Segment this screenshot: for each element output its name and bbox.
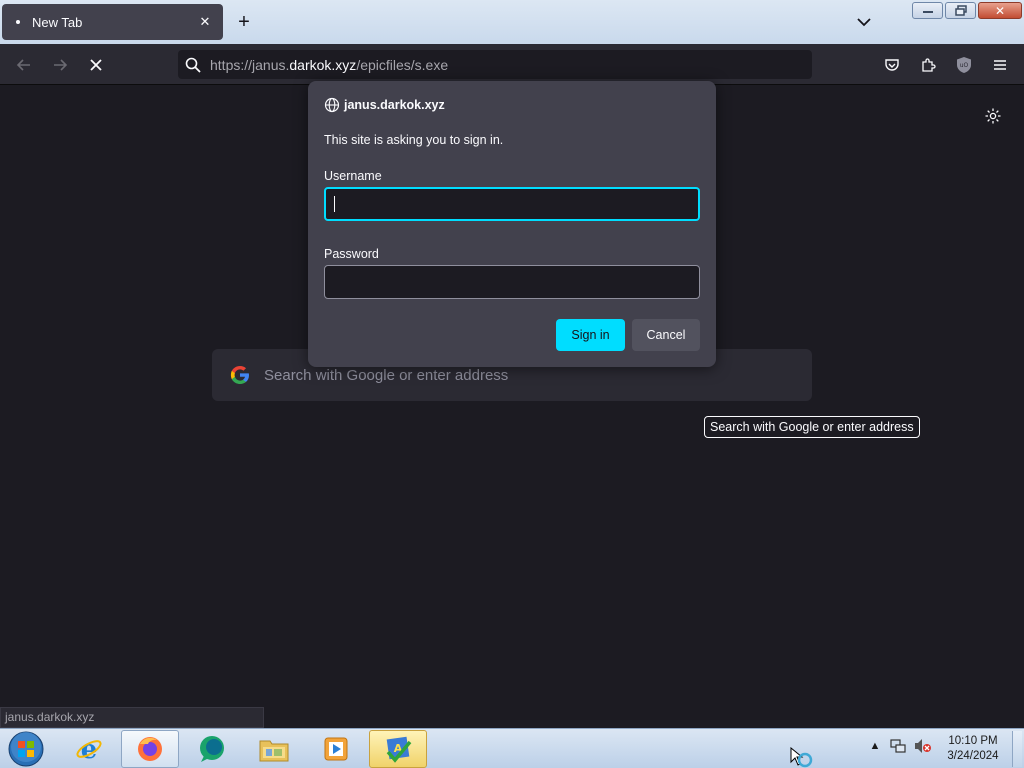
tray-expand-icon[interactable]: ▲ bbox=[866, 737, 884, 755]
internet-explorer-icon: e bbox=[76, 735, 102, 764]
tab-new-tab[interactable]: New Tab ✕ bbox=[2, 4, 223, 40]
minimize-icon bbox=[922, 10, 933, 13]
app-menu-button[interactable] bbox=[989, 54, 1011, 76]
extensions-button[interactable] bbox=[917, 54, 939, 76]
text-caret bbox=[334, 196, 335, 212]
taskbar-chat[interactable] bbox=[183, 730, 241, 768]
window-controls: ✕ bbox=[912, 2, 1022, 19]
stop-icon bbox=[90, 59, 102, 71]
dialog-host: janus.darkok.xyz bbox=[344, 98, 445, 112]
ublock-button[interactable]: uO bbox=[953, 54, 975, 76]
hamburger-menu-icon bbox=[994, 60, 1006, 70]
taskbar: e A ▲ 10:10 PM 3/24/2024 bbox=[0, 728, 1024, 768]
url-text: https://janus.darkok.xyz/epicfiles/s.exe bbox=[210, 56, 449, 73]
clock-time: 10:10 PM bbox=[948, 735, 998, 747]
tab-strip: New Tab ✕ + ✕ bbox=[0, 0, 1024, 44]
stop-button[interactable] bbox=[85, 54, 107, 76]
dialog-message: This site is asking you to sign in. bbox=[324, 133, 504, 147]
busy-cursor-icon bbox=[790, 747, 813, 768]
chat-bubble-icon bbox=[200, 736, 224, 762]
forward-arrow-icon bbox=[54, 59, 68, 71]
loading-icon bbox=[16, 20, 20, 24]
start-button[interactable] bbox=[6, 730, 46, 768]
taskbar-file-explorer[interactable] bbox=[245, 730, 303, 768]
status-panel: janus.darkok.xyz bbox=[0, 707, 264, 728]
auth-dialog: janus.darkok.xyz This site is asking you… bbox=[308, 81, 716, 367]
windows-logo-icon bbox=[8, 731, 44, 767]
globe-icon bbox=[324, 97, 340, 113]
restore-button[interactable] bbox=[945, 2, 976, 19]
close-icon: ✕ bbox=[994, 3, 1006, 18]
restore-icon bbox=[954, 5, 967, 16]
pocket-button[interactable] bbox=[881, 54, 903, 76]
sign-in-button[interactable]: Sign in bbox=[556, 319, 625, 351]
username-field[interactable] bbox=[324, 187, 700, 221]
forward-button[interactable] bbox=[49, 54, 71, 76]
show-desktop-button[interactable] bbox=[1012, 731, 1022, 767]
system-clock[interactable]: 10:10 PM 3/24/2024 bbox=[936, 734, 1010, 764]
close-window-button[interactable]: ✕ bbox=[978, 2, 1022, 19]
tooltip: Search with Google or enter address bbox=[704, 416, 920, 438]
back-arrow-icon bbox=[16, 59, 30, 71]
pocket-icon bbox=[885, 59, 899, 71]
folder-icon bbox=[259, 740, 289, 762]
search-placeholder: Search with Google or enter address bbox=[264, 366, 509, 384]
cancel-button[interactable]: Cancel bbox=[632, 319, 700, 351]
password-field[interactable] bbox=[324, 265, 700, 299]
taskbar-firefox[interactable] bbox=[121, 730, 179, 768]
ublock-shield-icon: uO bbox=[957, 57, 971, 73]
volume-muted-icon[interactable] bbox=[914, 737, 932, 755]
google-logo-icon bbox=[230, 366, 249, 384]
minimize-button[interactable] bbox=[912, 2, 943, 19]
password-label: Password bbox=[324, 247, 379, 261]
new-tab-button[interactable]: + bbox=[234, 12, 254, 32]
gear-icon[interactable] bbox=[984, 107, 1002, 125]
taskbar-system-app[interactable]: A bbox=[369, 730, 427, 768]
address-bar[interactable]: https://janus.darkok.xyz/epicfiles/s.exe bbox=[178, 50, 812, 79]
firefox-icon bbox=[138, 737, 162, 761]
clock-date: 3/24/2024 bbox=[947, 750, 999, 762]
username-label: Username bbox=[324, 169, 382, 183]
tab-title: New Tab bbox=[32, 14, 83, 30]
svg-text:uO: uO bbox=[960, 62, 969, 69]
chevron-down-icon[interactable] bbox=[855, 13, 873, 31]
checkmark-app-icon: A bbox=[386, 736, 412, 763]
network-icon[interactable] bbox=[889, 737, 907, 755]
search-icon bbox=[185, 57, 201, 73]
media-player-icon bbox=[324, 737, 348, 761]
taskbar-media-player[interactable] bbox=[307, 730, 365, 768]
svg-text:e: e bbox=[81, 735, 98, 764]
puzzle-icon bbox=[922, 58, 936, 72]
dialog-header: janus.darkok.xyz bbox=[324, 97, 445, 113]
navigation-toolbar: https://janus.darkok.xyz/epicfiles/s.exe… bbox=[0, 44, 1024, 85]
back-button[interactable] bbox=[13, 54, 35, 76]
close-tab-icon[interactable]: ✕ bbox=[197, 14, 213, 30]
taskbar-internet-explorer[interactable]: e bbox=[60, 730, 118, 768]
